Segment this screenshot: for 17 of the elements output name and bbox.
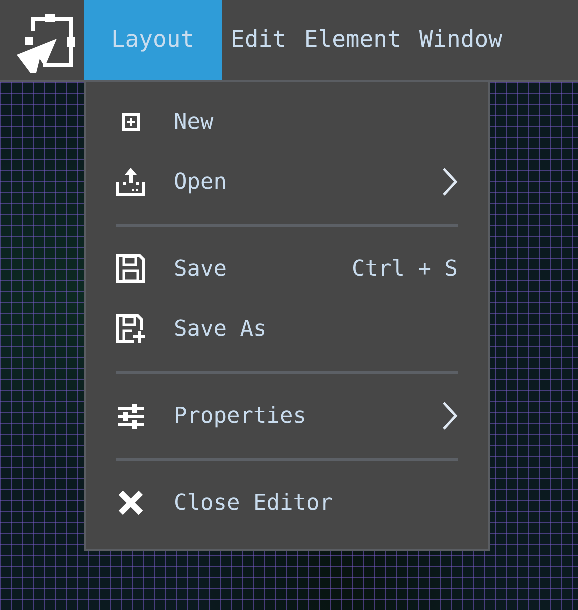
menu-tab[interactable]: Edit [222,0,296,80]
menu-item[interactable]: Properties [174,404,414,428]
upload-tray-icon [116,167,146,197]
floppy-disk-plus-icon [116,314,146,344]
chevron-right-icon [442,401,458,431]
chevron-right-icon [442,167,458,197]
menu-item[interactable]: Close Editor [174,490,458,516]
menu-tab[interactable]: Window [410,0,512,80]
plus-square-icon [122,113,140,131]
menu-item[interactable]: Open [174,170,414,194]
menu-item[interactable]: New [174,110,458,134]
sliders-icon [118,403,144,429]
close-icon [118,490,144,516]
menu-item[interactable]: Save As [174,316,458,342]
menu-item[interactable]: Save [174,256,324,282]
menu-tab[interactable]: Element [295,0,410,80]
shortcut-text: Ctrl + S [352,256,458,282]
